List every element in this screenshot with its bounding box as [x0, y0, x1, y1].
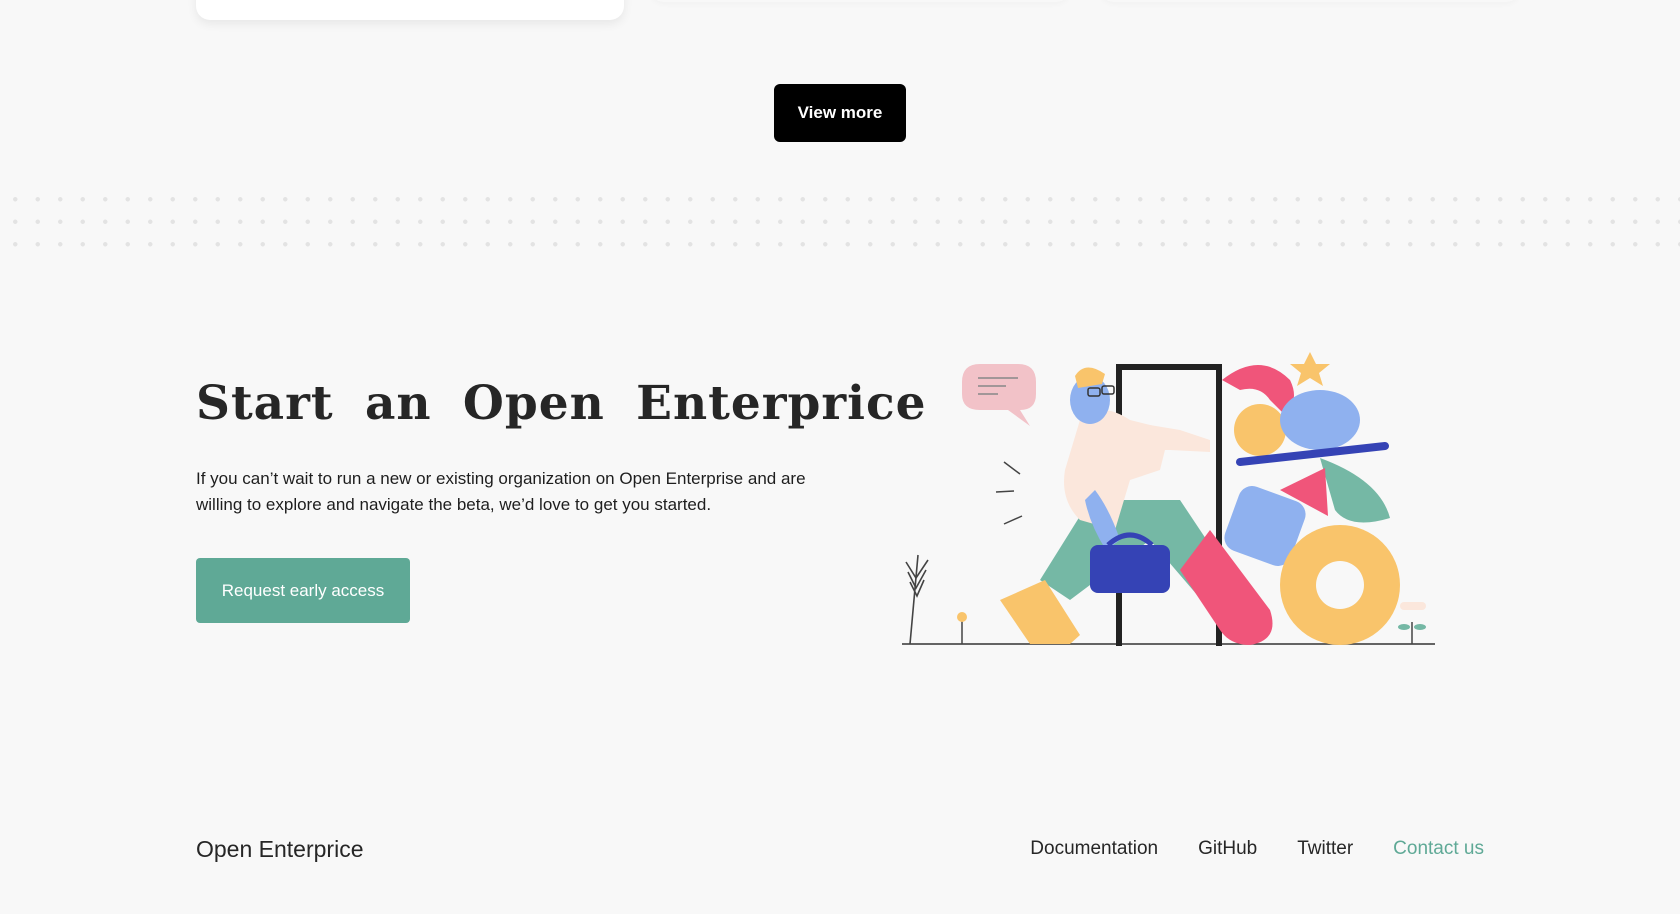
page: View more Start an Open Enterprice If yo…	[0, 0, 1680, 914]
footer-brand[interactable]: Open Enterprice	[196, 836, 363, 863]
previous-card	[650, 0, 1070, 2]
previous-card	[196, 0, 624, 20]
request-early-access-button[interactable]: Request early access	[196, 558, 410, 623]
footer-nav: Documentation GitHub Twitter Contact us	[1030, 838, 1484, 860]
speech-bubble-icon	[962, 364, 1036, 426]
hero-title: Start an Open Enterprice	[196, 376, 927, 431]
plant-icon	[905, 554, 929, 645]
footer-link-documentation[interactable]: Documentation	[1030, 838, 1158, 860]
footer-link-github[interactable]: GitHub	[1198, 838, 1257, 860]
footer-link-twitter[interactable]: Twitter	[1297, 838, 1353, 860]
person-entering-door-illustration	[902, 352, 1435, 646]
previous-card	[1100, 0, 1520, 2]
view-more-button[interactable]: View more	[774, 84, 906, 142]
hero-description: If you can’t wait to run a new or existi…	[196, 469, 806, 514]
footer-link-contact-us[interactable]: Contact us	[1393, 838, 1484, 860]
dot-pattern-divider	[0, 184, 1680, 260]
